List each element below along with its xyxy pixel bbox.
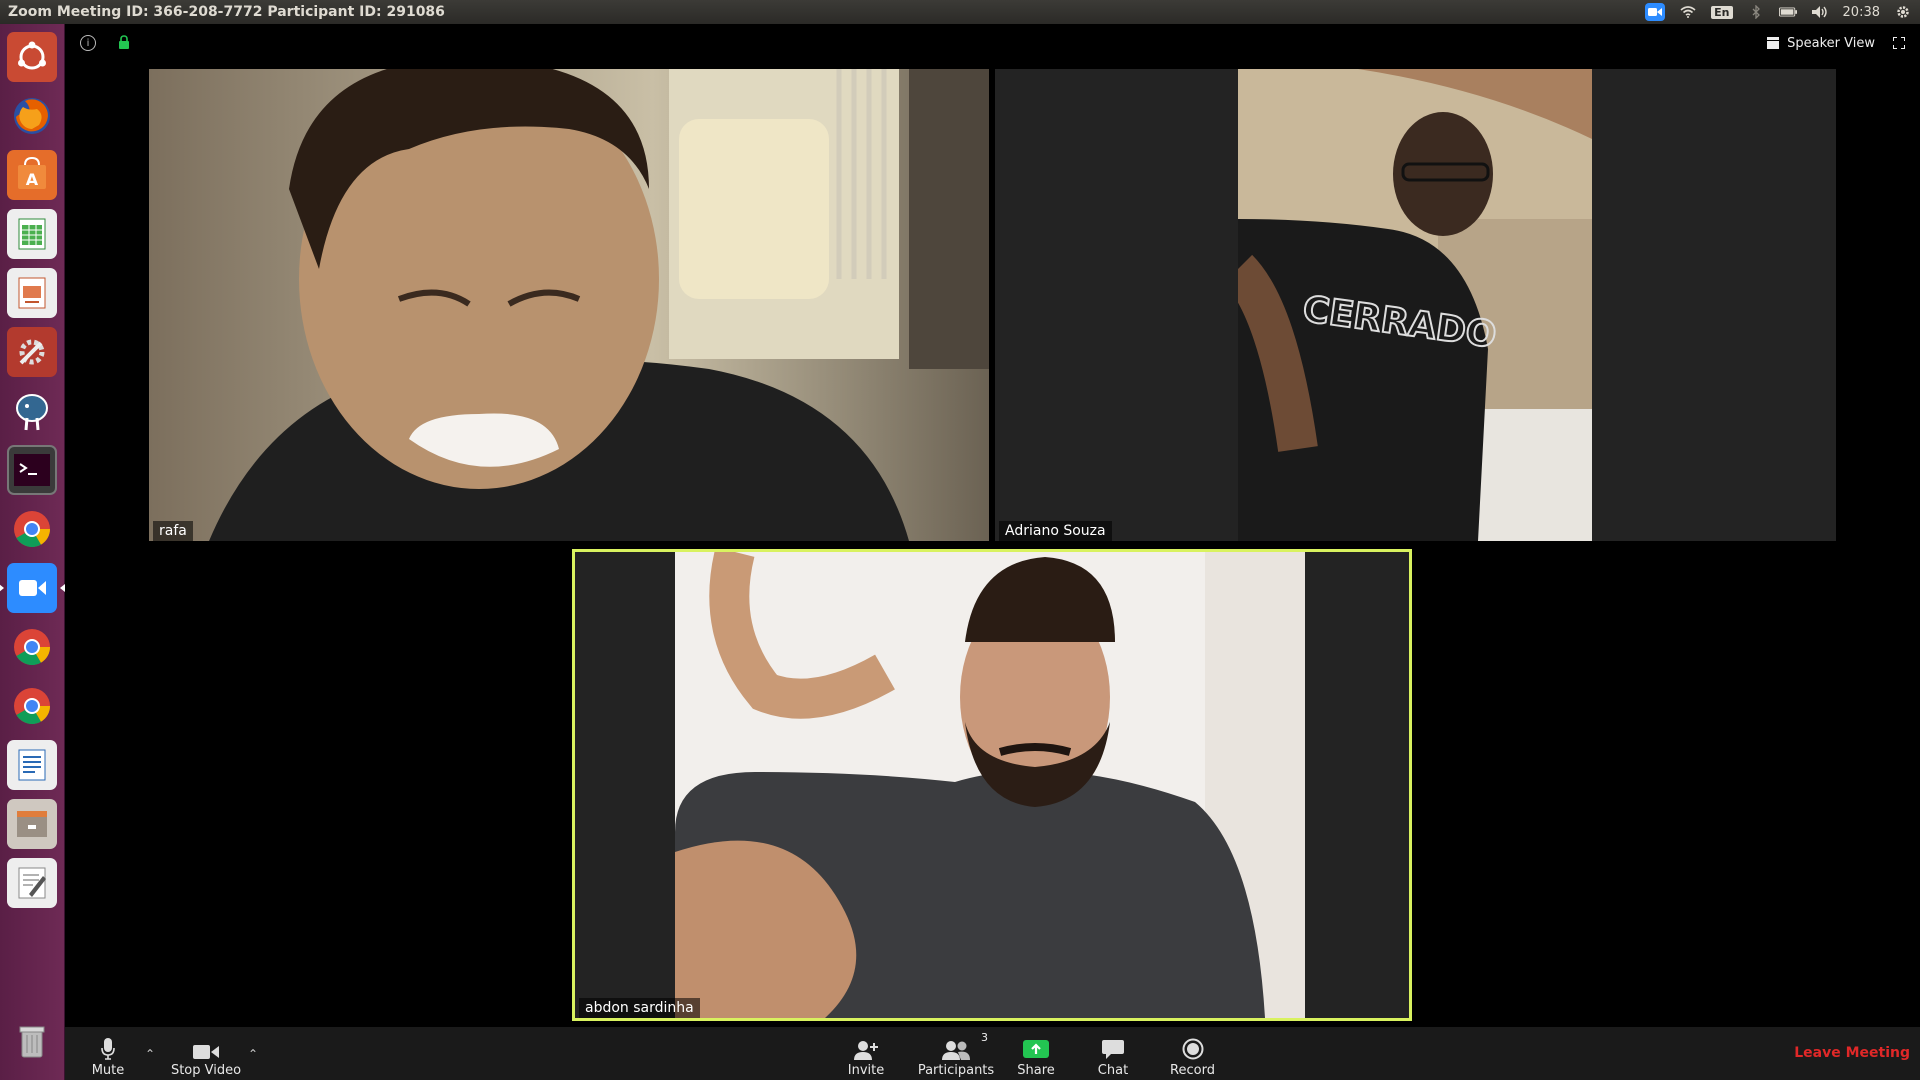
record-button[interactable]: Record [1165, 1030, 1220, 1078]
share-screen-icon [1023, 1040, 1049, 1058]
gear-icon[interactable] [1894, 4, 1912, 20]
mute-label: Mute [91, 1063, 125, 1078]
participants-count: 3 [981, 1031, 988, 1044]
stop-video-button[interactable]: Stop Video [163, 1030, 249, 1078]
video-camera-icon [193, 1045, 219, 1059]
chrome-icon[interactable] [7, 504, 57, 554]
meeting-toolbar: Mute ⌃ Stop Video ⌃ Invite Participants … [65, 1027, 1920, 1080]
mute-button[interactable]: Mute [83, 1030, 133, 1078]
settings-icon[interactable] [7, 327, 57, 377]
leave-meeting-button[interactable]: Leave Meeting [1794, 1045, 1910, 1061]
chat-label: Chat [1097, 1063, 1129, 1078]
chrome-icon[interactable] [7, 622, 57, 672]
software-center-icon[interactable]: A [7, 150, 57, 200]
calc-icon[interactable] [7, 209, 57, 259]
writer-icon[interactable] [7, 740, 57, 790]
speaker-view-label: Speaker View [1787, 35, 1875, 51]
participant-name: Adriano Souza [999, 521, 1112, 541]
bluetooth-icon[interactable] [1747, 4, 1765, 20]
participants-label: Participants [917, 1063, 995, 1078]
system-tray: En 20:38 [1645, 3, 1912, 21]
participant-name: abdon sardinha [579, 998, 700, 1018]
record-label: Record [1170, 1063, 1215, 1078]
participant-video [675, 552, 1305, 1018]
microphone-icon [101, 1038, 115, 1060]
top-panel: Zoom Meeting ID: 366-208-7772 Participan… [0, 0, 1920, 24]
impress-icon[interactable] [7, 268, 57, 318]
meeting-info-icon[interactable]: i [80, 35, 96, 51]
participants-icon [942, 1041, 970, 1060]
ubuntu-home-icon[interactable] [7, 32, 57, 82]
video-tile-rafa[interactable]: rafa [149, 69, 989, 541]
terminal-icon[interactable] [7, 445, 57, 495]
speaker-view-button[interactable]: Speaker View [1767, 36, 1875, 51]
trash-icon[interactable] [7, 1015, 57, 1065]
video-options-chevron-up-icon[interactable]: ⌃ [248, 1047, 258, 1061]
pgadmin-icon[interactable] [7, 386, 57, 436]
audio-options-chevron-up-icon[interactable]: ⌃ [145, 1047, 155, 1061]
svg-text:A: A [26, 170, 39, 189]
fullscreen-icon[interactable] [1892, 34, 1906, 53]
chat-button[interactable]: Chat [1088, 1030, 1138, 1078]
wifi-icon[interactable] [1679, 4, 1697, 20]
text-editor-icon[interactable] [7, 858, 57, 908]
participant-video: CERRADO [1238, 69, 1592, 541]
stop-video-label: Stop Video [170, 1063, 242, 1078]
participant-name: rafa [153, 521, 193, 541]
invite-button[interactable]: Invite [841, 1030, 891, 1078]
zoom-tray-icon[interactable] [1645, 3, 1666, 21]
share-button[interactable]: Share [1011, 1030, 1061, 1078]
zoom-window: i Speaker View rafa CERRADO Adriano Souz… [65, 24, 1920, 1080]
participant-video [149, 69, 989, 541]
clock[interactable]: 20:38 [1843, 5, 1880, 20]
window-title: Zoom Meeting ID: 366-208-7772 Participan… [8, 4, 445, 20]
chrome-icon[interactable] [7, 681, 57, 731]
video-tile-abdon-sardinha[interactable]: abdon sardinha [572, 549, 1412, 1021]
zoom-icon[interactable] [0, 563, 57, 613]
chat-bubble-icon [1102, 1040, 1124, 1059]
firefox-icon[interactable] [7, 91, 57, 141]
volume-icon[interactable] [1811, 4, 1829, 20]
speaker-view-icon [1767, 37, 1780, 49]
share-label: Share [1017, 1063, 1055, 1078]
record-icon [1182, 1038, 1203, 1060]
encryption-lock-icon[interactable] [118, 34, 130, 53]
invite-label: Invite [847, 1063, 885, 1078]
archive-icon[interactable] [7, 799, 57, 849]
meeting-header: i Speaker View [65, 24, 1920, 62]
video-tile-adriano-souza[interactable]: CERRADO Adriano Souza [995, 69, 1836, 541]
launcher: A [0, 24, 65, 1080]
keyboard-language[interactable]: En [1711, 5, 1733, 19]
add-user-icon [854, 1041, 878, 1060]
battery-icon[interactable] [1778, 4, 1797, 20]
